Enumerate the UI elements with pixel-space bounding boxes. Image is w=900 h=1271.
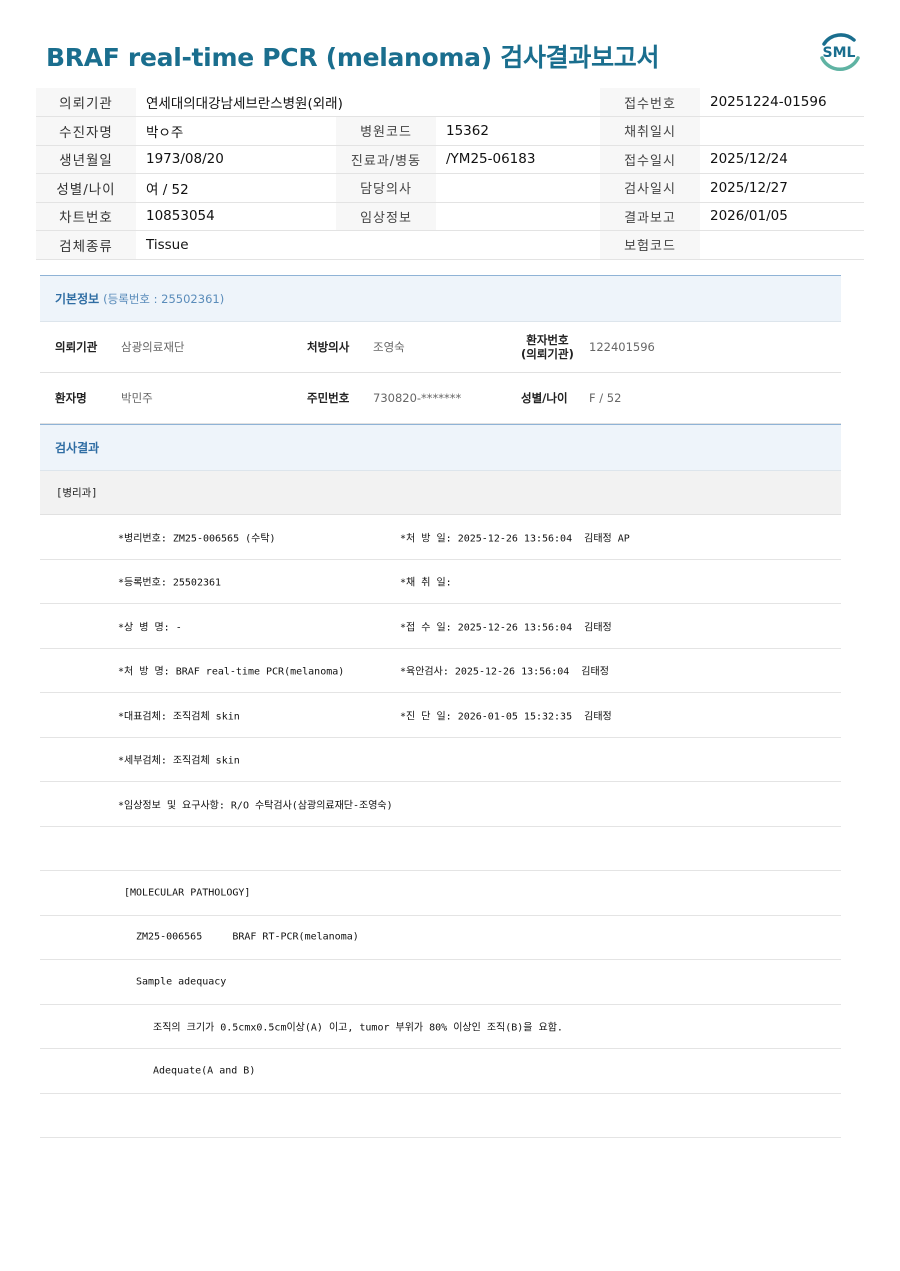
value-patient-number: 122401596	[589, 340, 655, 354]
molecular-pathology-row: [MOLECULAR PATHOLOGY]	[40, 871, 841, 916]
label-specimen-type: 검체종류	[36, 230, 136, 260]
label-report-date: 결과보고	[600, 202, 700, 231]
result-row-left: *세부검체: 조직검체 skin	[118, 755, 240, 767]
label-department: 진료과/병동	[336, 145, 436, 174]
molecular-pathology-id: ZM25-006565 BRAF RT-PCR(melanoma)	[136, 931, 359, 943]
label-receipt-number: 접수번호	[600, 88, 700, 117]
value-sex-age: 여 / 52	[136, 173, 336, 203]
result-row-right: *처 방 일: 2025-12-26 13:56:04 김태정 AP	[400, 533, 630, 545]
label-clinical-info: 임상정보	[336, 202, 436, 231]
value-specimen-type: Tissue	[136, 230, 600, 260]
result-row: *임상정보 및 요구사항: R/O 수탁검사(삼광의료재단-조영숙)	[40, 782, 841, 827]
header-row: 수진자명 박ㅇ주 병원코드 15362 채취일시	[36, 116, 864, 146]
label-patient-name-basic: 환자명	[55, 391, 87, 405]
label-resident-number: 주민번호	[307, 391, 350, 405]
label-receipt-date: 접수일시	[600, 145, 700, 174]
blank-row	[40, 827, 841, 871]
value-report-date: 2026/01/05	[700, 202, 864, 231]
result-row: *등록번호: 25502361 *채 취 일:	[40, 560, 841, 604]
molecular-pathology-row: Adequate(A and B)	[40, 1049, 841, 1094]
sample-adequacy-note: 조직의 크기가 0.5cmx0.5cm이상(A) 이고, tumor 부위가 8…	[153, 1022, 563, 1034]
result-row: *병리번호: ZM25-006565 (수탁) *처 방 일: 2025-12-…	[40, 515, 841, 560]
value-prescriber: 조영숙	[373, 340, 405, 354]
result-row-right: *접 수 일: 2025-12-26 13:56:04 김태정	[400, 622, 612, 634]
header-row: 검체종류 Tissue 보험코드	[36, 230, 864, 260]
result-row-right: *육안검사: 2025-12-26 13:56:04 김태정	[400, 666, 609, 678]
value-birth-date: 1973/08/20	[136, 145, 336, 174]
label-hospital-code: 병원코드	[336, 116, 436, 146]
result-row-right: *채 취 일:	[400, 577, 452, 589]
value-receipt-date: 2025/12/24	[700, 145, 864, 174]
result-row: *처 방 명: BRAF real-time PCR(melanoma) *육안…	[40, 649, 841, 693]
result-row-left: *임상정보 및 요구사항: R/O 수탁검사(삼광의료재단-조영숙)	[118, 800, 393, 812]
results-header: 검사결과	[40, 424, 841, 471]
value-institution: 삼광의료재단	[121, 340, 185, 354]
sml-logo: SML	[820, 33, 860, 71]
value-hospital-code: 15362	[436, 116, 600, 146]
value-patient-name-basic: 박민주	[121, 391, 153, 405]
label-birth-date: 생년월일	[36, 145, 136, 174]
result-row: *대표검체: 조직검체 skin *진 단 일: 2026-01-05 15:3…	[40, 693, 841, 738]
label-test-date: 검사일시	[600, 173, 700, 203]
value-requesting-institution: 연세대의대강남세브란스병원(외래)	[136, 88, 600, 117]
department-label: [병리과]	[40, 471, 841, 515]
value-resident-number: 730820-*******	[373, 391, 462, 405]
result-row-left: *대표검체: 조직검체 skin	[118, 711, 240, 723]
value-sex-age-basic: F / 52	[589, 391, 622, 405]
label-patient-number-line1: 환자번호	[526, 333, 569, 347]
label-sex-age-basic: 성별/나이	[521, 391, 568, 405]
label-prescriber: 처방의사	[307, 340, 350, 354]
basic-info-row: 의뢰기관 삼광의료재단 처방의사 조영숙 환자번호 (의뢰기관) 1224015…	[40, 322, 841, 373]
molecular-pathology-row: ZM25-006565 BRAF RT-PCR(melanoma)	[40, 916, 841, 960]
result-row: *상 병 명: - *접 수 일: 2025-12-26 13:56:04 김태…	[40, 604, 841, 649]
result-row-left: *상 병 명: -	[118, 622, 182, 634]
logo-text: SML	[823, 45, 856, 61]
logo-arc-top	[822, 33, 856, 46]
value-chart-number: 10853054	[136, 202, 336, 231]
value-patient-name: 박ㅇ주	[136, 116, 336, 146]
results-heading: 검사결과	[55, 441, 100, 455]
molecular-pathology-title: [MOLECULAR PATHOLOGY]	[124, 887, 251, 899]
label-chart-number: 차트번호	[36, 202, 136, 231]
header-row: 의뢰기관 연세대의대강남세브란스병원(외래) 접수번호 20251224-015…	[36, 88, 864, 117]
header-row: 차트번호 10853054 임상정보 결과보고 2026/01/05	[36, 202, 864, 231]
header-row: 생년월일 1973/08/20 진료과/병동 /YM25-06183 접수일시 …	[36, 145, 864, 174]
molecular-pathology-row: 조직의 크기가 0.5cmx0.5cm이상(A) 이고, tumor 부위가 8…	[40, 1005, 841, 1049]
result-row: *세부검체: 조직검체 skin	[40, 738, 841, 782]
result-row-left: *병리번호: ZM25-006565 (수탁)	[118, 533, 276, 545]
result-row-left: *등록번호: 25502361	[118, 577, 222, 589]
label-requesting-institution: 의뢰기관	[36, 88, 136, 117]
basic-info-row: 환자명 박민주 주민번호 730820-******* 성별/나이 F / 52	[40, 373, 841, 424]
sample-adequacy-value: Adequate(A and B)	[153, 1065, 256, 1077]
value-collection-date	[700, 116, 864, 146]
label-patient-number: 환자번호 (의뢰기관)	[521, 333, 574, 361]
label-sex-age: 성별/나이	[36, 173, 136, 203]
report-body: 기본정보 (등록번호 : 25502361) 의뢰기관 삼광의료재단 처방의사 …	[40, 275, 841, 1138]
basic-info-header: 기본정보 (등록번호 : 25502361)	[40, 275, 841, 322]
label-physician: 담당의사	[336, 173, 436, 203]
patient-header-table: 의뢰기관 연세대의대강남세브란스병원(외래) 접수번호 20251224-015…	[36, 88, 864, 260]
header-row: 성별/나이 여 / 52 담당의사 검사일시 2025/12/27	[36, 173, 864, 203]
registration-number: (등록번호 : 25502361)	[103, 291, 225, 306]
label-institution: 의뢰기관	[55, 340, 98, 354]
value-department: /YM25-06183	[436, 145, 600, 174]
value-receipt-number: 20251224-01596	[700, 88, 864, 117]
molecular-pathology-row: Sample adequacy	[40, 960, 841, 1005]
value-physician	[436, 173, 600, 203]
blank-row	[40, 1094, 841, 1138]
value-clinical-info	[436, 202, 600, 231]
sample-adequacy-label: Sample adequacy	[136, 976, 227, 988]
label-collection-date: 채취일시	[600, 116, 700, 146]
value-insurance-code	[700, 230, 864, 260]
value-test-date: 2025/12/27	[700, 173, 864, 203]
basic-info-heading: 기본정보	[55, 292, 100, 306]
result-row-right: *진 단 일: 2026-01-05 15:32:35 김태정	[400, 711, 612, 723]
label-patient-name: 수진자명	[36, 116, 136, 146]
page-title: BRAF real-time PCR (melanoma) 검사결과보고서	[46, 43, 660, 72]
label-patient-number-line2: (의뢰기관)	[521, 347, 574, 361]
label-insurance-code: 보험코드	[600, 230, 700, 260]
result-row-left: *처 방 명: BRAF real-time PCR(melanoma)	[118, 666, 345, 678]
